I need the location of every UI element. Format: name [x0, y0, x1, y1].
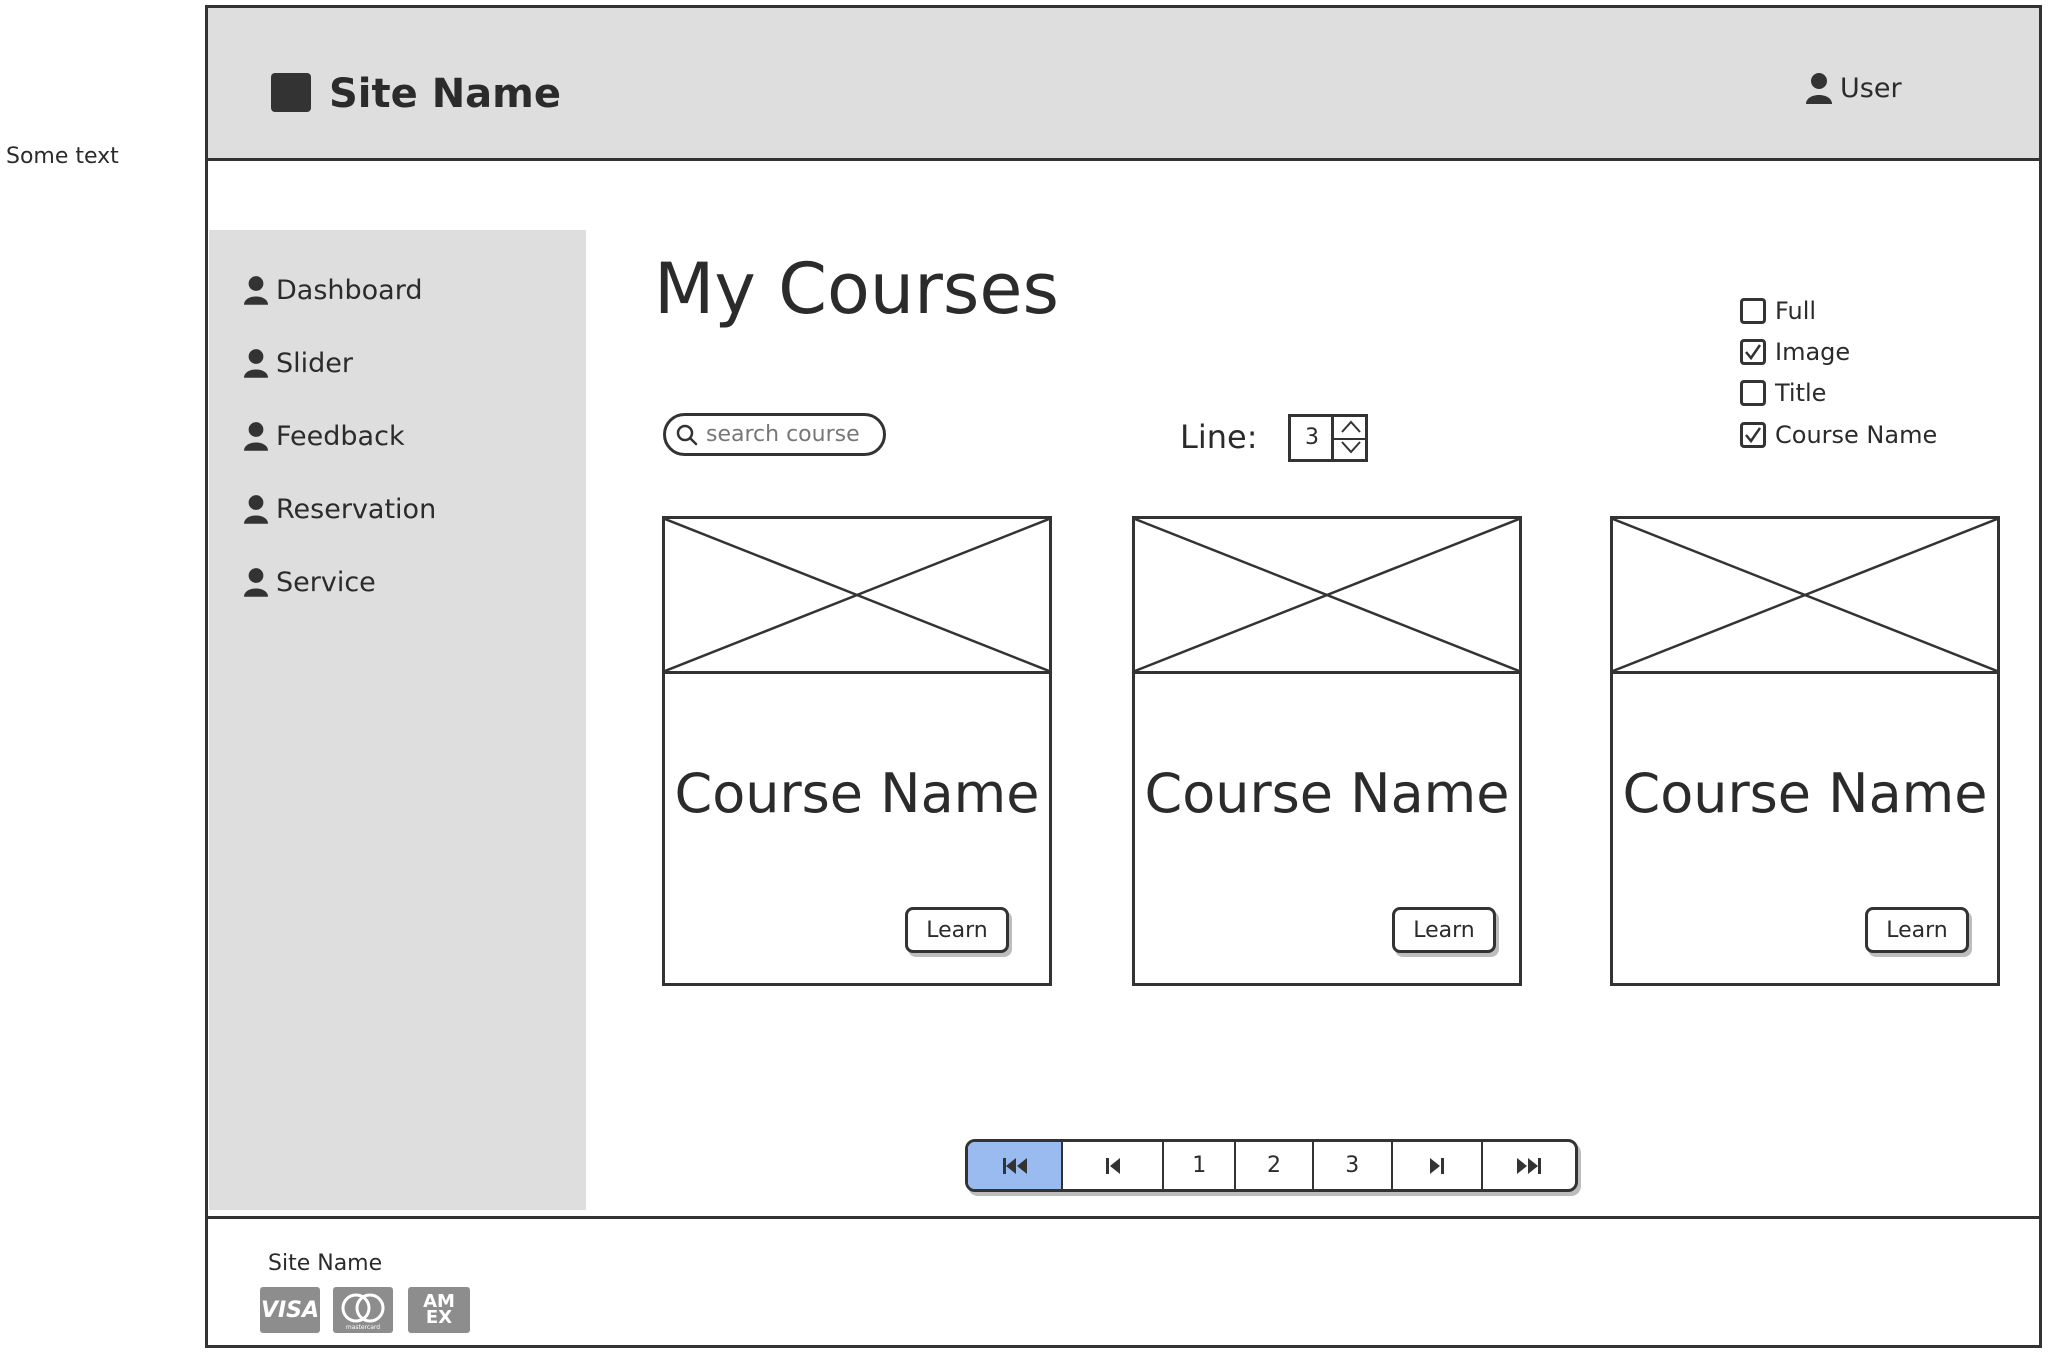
option-title[interactable]: Title: [1740, 376, 1826, 410]
mastercard-icon: mastercard: [333, 1287, 393, 1333]
course-image-placeholder: [1134, 517, 1520, 674]
sidebar-item-dashboard[interactable]: Dashboard: [244, 270, 422, 310]
page-title: My Courses: [654, 248, 1059, 330]
user-icon: [244, 495, 268, 524]
sidebar-item-label: Service: [276, 566, 376, 598]
user-icon: [244, 568, 268, 597]
site-footer: [205, 1216, 2042, 1348]
footer-site-name: Site Name: [268, 1251, 383, 1276]
search-box[interactable]: [663, 413, 886, 456]
first-page-button[interactable]: [968, 1142, 1064, 1189]
sidebar-item-label: Dashboard: [276, 274, 423, 306]
course-image-placeholder: [1612, 517, 1998, 674]
line-value[interactable]: 3: [1291, 417, 1333, 459]
sidebar-item-slider[interactable]: Slider: [244, 343, 353, 383]
checkbox[interactable]: [1740, 298, 1766, 324]
chevron-down-icon: [1341, 441, 1361, 454]
search-input[interactable]: [704, 421, 878, 448]
image-placeholder-icon: [1612, 517, 1998, 673]
image-placeholder-icon: [1134, 517, 1520, 673]
page-button-1[interactable]: 1: [1164, 1142, 1237, 1189]
option-full[interactable]: Full: [1740, 294, 1816, 328]
checkbox-checked[interactable]: [1740, 422, 1766, 448]
line-label: Line:: [1180, 418, 1258, 456]
sidebar-item-label: Feedback: [276, 420, 405, 452]
stepper-buttons: [1331, 417, 1368, 459]
option-image[interactable]: Image: [1740, 335, 1850, 369]
sidebar-item-label: Reservation: [276, 493, 437, 525]
sidebar-item-service[interactable]: Service: [244, 562, 376, 602]
user-icon: [244, 276, 268, 305]
page-button-3[interactable]: 3: [1314, 1142, 1393, 1189]
option-label: Full: [1775, 297, 1817, 325]
logo-icon[interactable]: [271, 73, 311, 112]
option-label: Title: [1775, 379, 1827, 407]
mastercard-text: mastercard: [346, 1324, 380, 1331]
check-icon: [1745, 344, 1762, 361]
skip-previous-icon: [1105, 1157, 1120, 1174]
user-label: User: [1840, 72, 1902, 104]
user-icon: [1806, 73, 1832, 104]
check-icon: [1745, 427, 1762, 444]
visa-text: VISA: [260, 1297, 320, 1323]
checkbox-checked[interactable]: [1740, 339, 1766, 365]
stepper-down-button[interactable]: [1334, 438, 1368, 459]
amex-text-line: EX: [425, 1307, 453, 1328]
amex-icon: AM EX: [408, 1287, 470, 1333]
previous-page-button[interactable]: [1063, 1142, 1165, 1189]
learn-button[interactable]: Learn: [1865, 907, 1969, 953]
course-name: Course Name: [1622, 762, 1988, 825]
chevron-up-icon: [1341, 420, 1361, 433]
amex-text: AM EX: [423, 1293, 455, 1328]
pagination: 1 2 3: [965, 1139, 1578, 1192]
checkbox[interactable]: [1740, 380, 1766, 406]
course-card: Course Name Learn: [1610, 516, 2000, 986]
user-icon: [244, 422, 268, 451]
learn-button[interactable]: Learn: [1392, 907, 1496, 953]
course-name: Course Name: [1144, 762, 1510, 825]
option-label: Course Name: [1775, 421, 1938, 449]
search-icon: [676, 424, 698, 445]
site-title[interactable]: Site Name: [329, 66, 561, 122]
next-page-button[interactable]: [1393, 1142, 1483, 1189]
sidebar-item-reservation[interactable]: Reservation: [244, 489, 436, 529]
last-page-button[interactable]: [1483, 1142, 1575, 1189]
skip-next-icon: [1429, 1157, 1444, 1174]
visa-icon: VISA: [260, 1287, 320, 1333]
option-course-name[interactable]: Course Name: [1740, 418, 1937, 452]
user-menu[interactable]: User: [1806, 68, 1902, 108]
learn-button[interactable]: Learn: [905, 907, 1009, 953]
stepper-up-button[interactable]: [1334, 417, 1368, 440]
sidebar-item-feedback[interactable]: Feedback: [244, 416, 405, 456]
skip-last-icon: [1516, 1157, 1541, 1174]
image-placeholder-icon: [664, 517, 1050, 673]
user-icon: [244, 349, 268, 378]
line-stepper[interactable]: 3: [1288, 414, 1368, 462]
skip-first-icon: [1002, 1157, 1027, 1174]
course-image-placeholder: [664, 517, 1050, 674]
mastercard-logo: mastercard: [341, 1293, 385, 1331]
course-card: Course Name Learn: [1132, 516, 1522, 986]
side-note: Some text: [6, 144, 119, 169]
course-name: Course Name: [674, 762, 1040, 825]
course-card: Course Name Learn: [662, 516, 1052, 986]
option-label: Image: [1775, 338, 1851, 366]
page-button-2[interactable]: 2: [1236, 1142, 1314, 1189]
sidebar-item-label: Slider: [276, 347, 353, 379]
